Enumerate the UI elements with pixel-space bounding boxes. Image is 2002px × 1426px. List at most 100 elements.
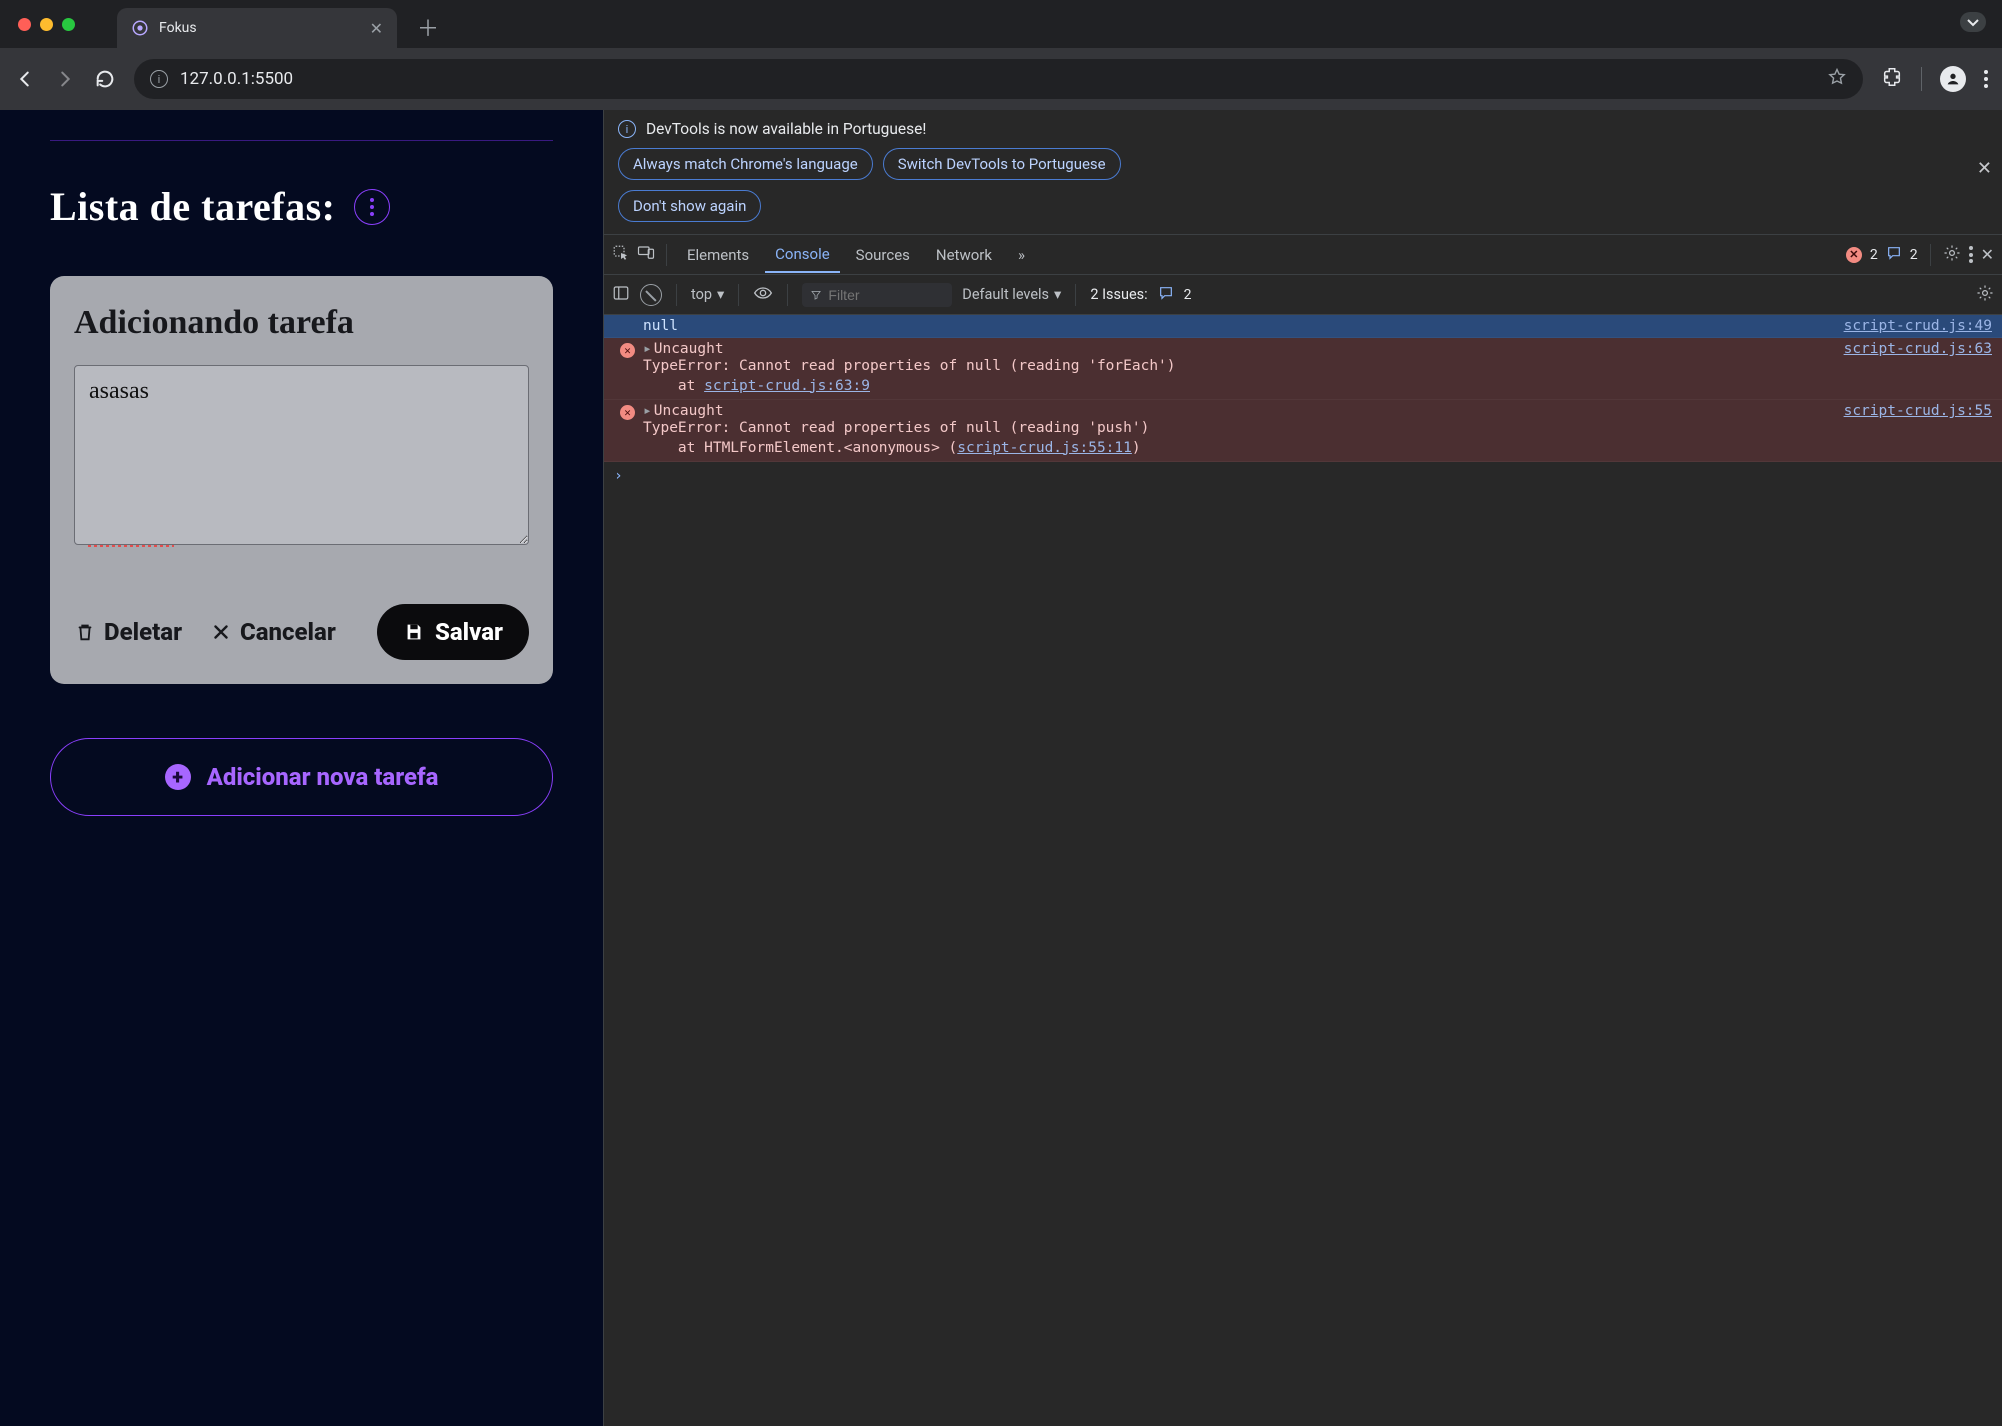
- forward-button[interactable]: [54, 68, 76, 90]
- browser-tab[interactable]: Fokus ✕: [117, 8, 397, 48]
- maximize-window-icon[interactable]: [62, 18, 75, 31]
- console-settings-icon[interactable]: [1976, 284, 1994, 306]
- window-controls: [18, 18, 75, 31]
- trash-icon: [74, 621, 96, 643]
- app-pane: Lista de tarefas: Adicionando tarefa Del…: [0, 110, 603, 1426]
- error-message: TypeError: Cannot read properties of nul…: [643, 420, 1149, 436]
- dots-vertical-icon: [370, 198, 374, 216]
- chip-dont-show[interactable]: Don't show again: [618, 190, 761, 222]
- close-icon: [210, 621, 232, 643]
- chip-switch-portuguese[interactable]: Switch DevTools to Portuguese: [883, 148, 1121, 180]
- back-button[interactable]: [14, 68, 36, 90]
- save-icon: [403, 621, 425, 643]
- divider: [50, 140, 553, 141]
- divider: [1921, 67, 1922, 91]
- delete-button[interactable]: Deletar: [74, 618, 182, 646]
- browser-right-icons: [1881, 66, 1988, 92]
- devtools-settings-icon[interactable]: [1943, 244, 1961, 266]
- devtools-infobar: i DevTools is now available in Portugues…: [604, 110, 2002, 235]
- address-bar[interactable]: i 127.0.0.1:5500: [134, 59, 1863, 99]
- message-icon[interactable]: [1886, 245, 1902, 265]
- stack-suffix: ): [1132, 440, 1141, 456]
- log-source-link[interactable]: script-crud.js:49: [1844, 318, 1992, 334]
- chip-always-match[interactable]: Always match Chrome's language: [618, 148, 873, 180]
- tab-network[interactable]: Network: [926, 238, 1002, 272]
- add-task-label: Adicionar nova tarefa: [207, 763, 439, 791]
- console-error-row[interactable]: ✕ ▸Uncaught script-crud.js:55 TypeError:…: [604, 400, 2002, 462]
- devtools-menu-icon[interactable]: [1969, 246, 1973, 263]
- infobar-close-icon[interactable]: ✕: [1977, 158, 1992, 179]
- tab-bar: Fokus ✕ ＋: [0, 0, 2002, 48]
- add-task-card: Adicionando tarefa Deletar Cancelar: [50, 276, 553, 684]
- clear-console-icon[interactable]: [640, 284, 662, 306]
- console-prompt[interactable]: ›: [604, 462, 2002, 490]
- tab-sources[interactable]: Sources: [846, 238, 920, 272]
- error-icon: ✕: [620, 405, 635, 420]
- card-title: Adicionando tarefa: [74, 304, 529, 341]
- delete-label: Deletar: [104, 618, 182, 646]
- navigation-bar: i 127.0.0.1:5500: [0, 48, 2002, 110]
- site-info-icon[interactable]: i: [150, 70, 168, 88]
- stack-prefix: at: [643, 378, 704, 394]
- console-toolbar: top ▾ Default levels ▾ 2 Issues: 2: [604, 275, 2002, 315]
- devtools-pane: i DevTools is now available in Portugues…: [603, 110, 2002, 1426]
- filter-box[interactable]: [802, 283, 952, 307]
- device-toggle-icon[interactable]: [636, 244, 656, 266]
- tasks-menu-button[interactable]: [354, 189, 390, 225]
- tab-overflow-button[interactable]: [1960, 12, 1986, 36]
- expand-icon[interactable]: ▸: [643, 403, 652, 419]
- stack-link[interactable]: script-crud.js:55:11: [957, 440, 1132, 456]
- console-output[interactable]: null script-crud.js:49 ✕ ▸Uncaught scrip…: [604, 315, 2002, 1426]
- task-textarea[interactable]: [74, 365, 529, 545]
- filter-icon: [810, 288, 822, 302]
- tab-elements[interactable]: Elements: [677, 238, 759, 272]
- new-tab-button[interactable]: ＋: [417, 11, 439, 43]
- extensions-icon[interactable]: [1881, 66, 1903, 92]
- plus-circle-icon: +: [165, 764, 191, 790]
- save-label: Salvar: [435, 618, 503, 646]
- log-levels-selector[interactable]: Default levels ▾: [962, 286, 1061, 303]
- toggle-drawer-icon[interactable]: [612, 284, 630, 306]
- error-head: Uncaught: [654, 403, 724, 419]
- tab-more-icon[interactable]: »: [1008, 238, 1035, 272]
- levels-label: Default levels: [962, 286, 1049, 303]
- expand-icon[interactable]: ▸: [643, 341, 652, 357]
- tab-title: Fokus: [159, 20, 360, 36]
- error-source-link[interactable]: script-crud.js:55: [1844, 403, 1992, 419]
- infobar-text: DevTools is now available in Portuguese!: [646, 120, 926, 138]
- live-expression-icon[interactable]: [753, 286, 773, 304]
- reload-button[interactable]: [94, 68, 116, 90]
- info-icon: i: [618, 120, 636, 138]
- chevron-down-icon: ▾: [1054, 286, 1061, 303]
- minimize-window-icon[interactable]: [40, 18, 53, 31]
- stack-link[interactable]: script-crud.js:63:9: [704, 378, 870, 394]
- issues-icon[interactable]: [1158, 285, 1174, 305]
- message-count: 2: [1910, 247, 1918, 263]
- cancel-button[interactable]: Cancelar: [210, 618, 336, 646]
- tab-console[interactable]: Console: [765, 237, 840, 273]
- save-button[interactable]: Salvar: [377, 604, 529, 660]
- close-window-icon[interactable]: [18, 18, 31, 31]
- inspect-icon[interactable]: [612, 244, 630, 266]
- url-text: 127.0.0.1:5500: [180, 69, 293, 89]
- browser-menu-icon[interactable]: [1984, 70, 1988, 88]
- close-tab-icon[interactable]: ✕: [370, 19, 383, 38]
- profile-avatar-icon[interactable]: [1940, 66, 1966, 92]
- error-message: TypeError: Cannot read properties of nul…: [643, 358, 1176, 374]
- error-count: 2: [1870, 247, 1878, 263]
- add-task-button[interactable]: + Adicionar nova tarefa: [50, 738, 553, 816]
- context-selector[interactable]: top ▾: [691, 286, 724, 303]
- error-icon: ✕: [620, 343, 635, 358]
- error-badge-icon[interactable]: ✕: [1846, 247, 1862, 263]
- chevron-down-icon: ▾: [717, 286, 724, 303]
- cancel-label: Cancelar: [240, 618, 336, 646]
- devtools-close-icon[interactable]: ✕: [1981, 245, 1994, 264]
- console-log-row[interactable]: null script-crud.js:49: [604, 315, 2002, 338]
- stack-prefix: at HTMLFormElement.<anonymous> (: [643, 440, 957, 456]
- context-label: top: [691, 286, 712, 303]
- console-error-row[interactable]: ✕ ▸Uncaught script-crud.js:63 TypeError:…: [604, 338, 2002, 400]
- filter-input[interactable]: [828, 287, 944, 303]
- error-source-link[interactable]: script-crud.js:63: [1844, 341, 1992, 357]
- issues-label: 2 Issues:: [1090, 286, 1147, 303]
- bookmark-icon[interactable]: [1827, 67, 1847, 92]
